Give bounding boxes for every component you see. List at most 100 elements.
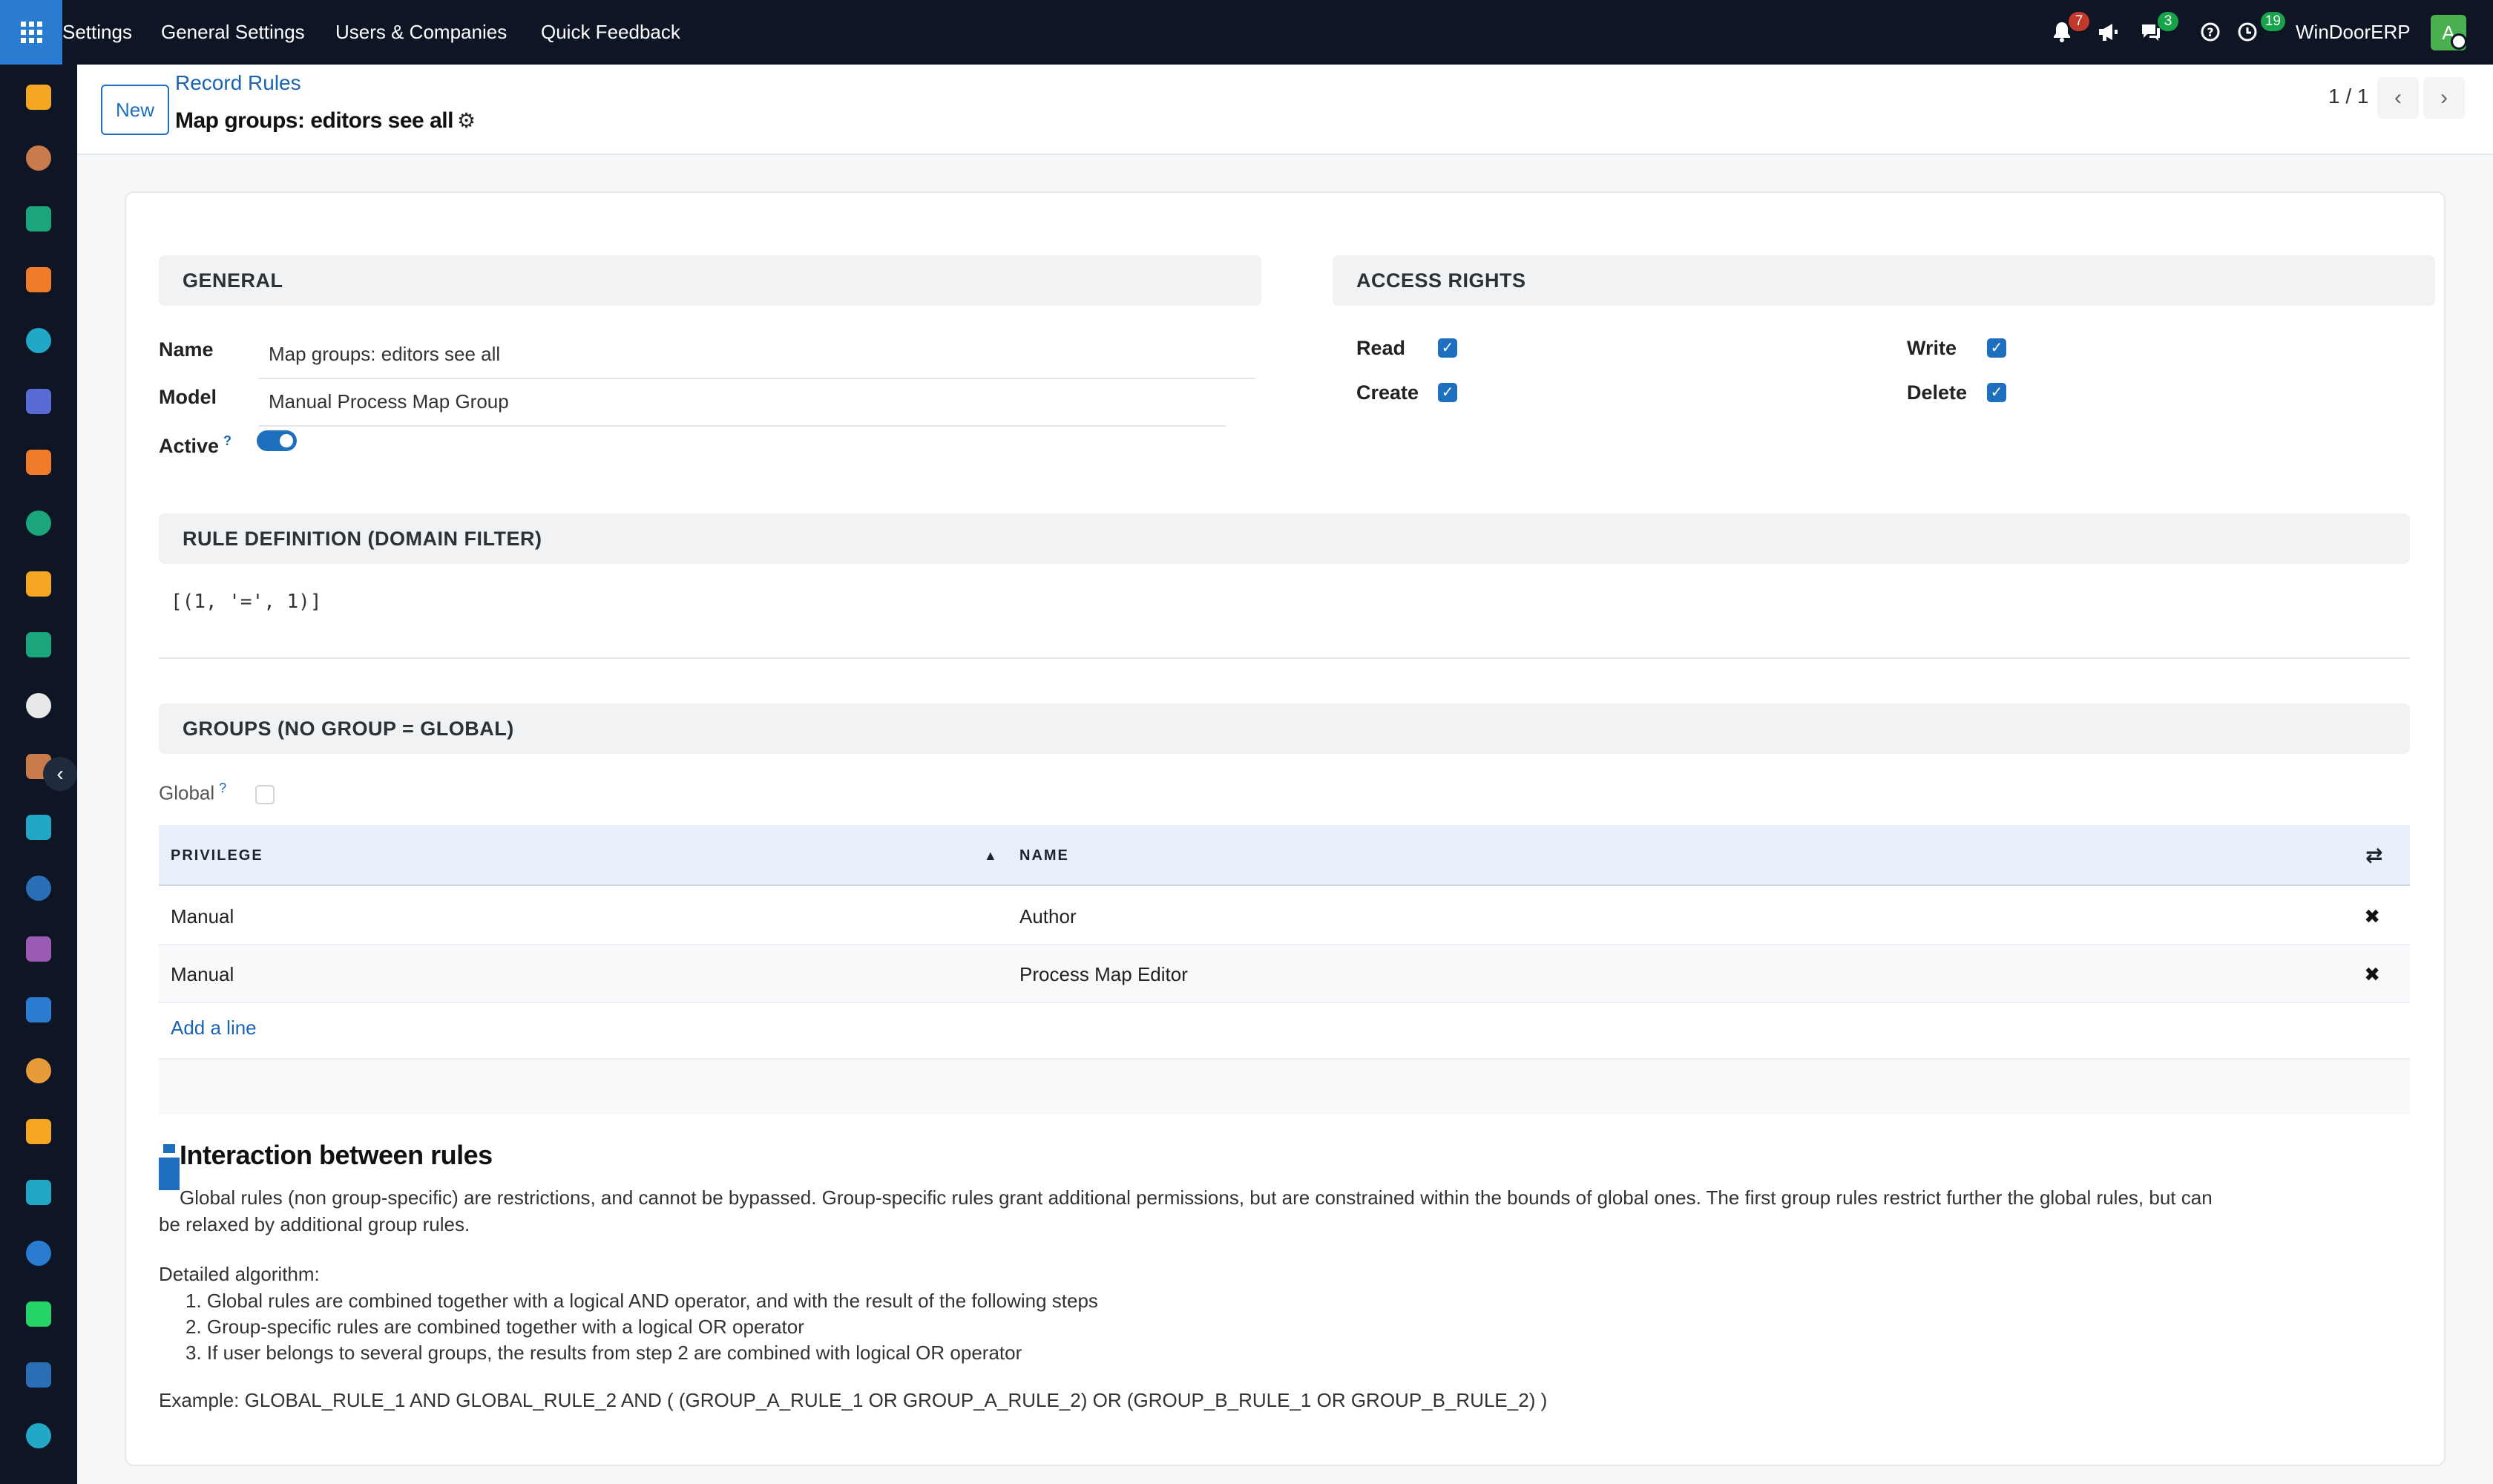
whatsapp-app-icon[interactable] — [23, 1298, 54, 1330]
pager-previous-button[interactable]: ‹ — [2377, 77, 2419, 119]
notifications-badge: 7 — [2069, 12, 2089, 31]
pager-value[interactable]: 1 / 1 — [2328, 85, 2368, 108]
dashboard-app-icon[interactable] — [23, 82, 54, 113]
algorithm-step-text: Global rules are combined together with … — [206, 1290, 1098, 1312]
help-button[interactable]: ? — [2193, 15, 2227, 49]
activities-button[interactable]: 19 — [2230, 12, 2285, 49]
dashboards-app-icon[interactable] — [23, 1238, 54, 1269]
page-title: Map groups: editors see all — [175, 108, 453, 133]
table-row[interactable]: Manual Author ✖ — [159, 887, 2410, 945]
website-alt-glyph — [26, 1423, 51, 1448]
email-marketing-app-icon[interactable] — [23, 386, 54, 417]
model-field[interactable]: Manual Process Map Group — [258, 390, 1226, 427]
help-paragraph-line2: be relaxed by additional group rules. — [159, 1213, 470, 1235]
whatsapp-glyph — [26, 1301, 51, 1327]
project-app-icon[interactable] — [23, 508, 54, 539]
calendar-app-icon[interactable] — [23, 1116, 54, 1147]
active-toggle[interactable] — [257, 430, 297, 451]
menu-quick-feedback[interactable]: Quick Feedback — [541, 0, 680, 65]
create-checkbox[interactable]: ✓ — [1438, 383, 1457, 402]
website-glyph — [26, 328, 51, 353]
sidebar-collapse-button[interactable]: ‹ — [43, 757, 77, 791]
gear-icon[interactable]: ⚙ — [457, 108, 476, 133]
domain-divider — [159, 657, 2410, 659]
studio-app-icon[interactable] — [23, 933, 54, 965]
time-off-app-icon[interactable] — [23, 1359, 54, 1391]
table-row[interactable]: Manual Process Map Editor ✖ — [159, 945, 2410, 1003]
menu-general-settings[interactable]: General Settings — [161, 0, 305, 65]
column-name[interactable]: NAME — [1019, 825, 1069, 886]
delete-checkbox[interactable]: ✓ — [1987, 383, 2006, 402]
section-access-rights-heading: ACCESS RIGHTS — [1333, 255, 2435, 306]
section-general-heading: GENERAL — [159, 255, 1261, 306]
notifications-button[interactable]: 7 — [2045, 12, 2089, 49]
global-help-tooltip[interactable]: ? — [219, 781, 226, 795]
name-label: Name — [159, 338, 214, 361]
global-label: Global? — [159, 781, 226, 805]
company-switcher[interactable]: WinDoorERP — [2296, 0, 2411, 65]
sort-ascending-icon[interactable]: ▲ — [984, 825, 997, 886]
website-app-icon[interactable] — [23, 325, 54, 356]
help-paragraph-line1: Global rules (non group-specific) are re… — [180, 1186, 2213, 1209]
algorithm-step: 2. Group-specific rules are combined tog… — [185, 1316, 804, 1338]
website-alt-app-icon[interactable] — [23, 1420, 54, 1451]
active-help-tooltip[interactable]: ? — [223, 433, 231, 448]
messages-badge: 3 — [2158, 12, 2178, 31]
new-button[interactable]: New — [101, 85, 169, 135]
megaphone-icon — [2099, 24, 2118, 41]
create-label: Create — [1356, 381, 1419, 404]
project-glyph — [26, 510, 51, 536]
activities-badge: 19 — [2260, 12, 2285, 31]
breadcrumb-record-rules[interactable]: Record Rules — [175, 71, 301, 95]
livechat-app-icon[interactable] — [23, 447, 54, 478]
column-privilege[interactable]: PRIVILEGE — [171, 825, 263, 886]
write-label: Write — [1907, 337, 1957, 359]
knowledge-glyph — [26, 876, 51, 901]
apps-cube-icon[interactable] — [23, 690, 54, 721]
menu-users-companies[interactable]: Users & Companies — [335, 0, 507, 65]
row-privilege: Manual — [171, 905, 234, 928]
write-checkbox[interactable]: ✓ — [1987, 338, 2006, 358]
reporting-app-icon[interactable] — [23, 568, 54, 600]
delete-row-icon[interactable]: ✖ — [2364, 945, 2380, 1003]
todo-app-icon[interactable] — [23, 812, 54, 843]
menu-settings[interactable]: Settings — [62, 0, 132, 65]
active-label-text: Active — [159, 435, 220, 457]
team-glyph — [26, 1058, 51, 1083]
pager-next-button[interactable]: › — [2423, 77, 2465, 119]
livechat-glyph — [26, 450, 51, 475]
studio-glyph — [26, 936, 51, 962]
domain-filter-editor[interactable]: [(1, '=', 1)] — [171, 591, 322, 613]
announcements-button[interactable] — [2091, 15, 2125, 49]
inventory-app-icon[interactable] — [23, 142, 54, 174]
knowledge-app-icon[interactable] — [23, 873, 54, 904]
time-off-glyph — [26, 1362, 51, 1388]
clock-icon — [2238, 22, 2257, 42]
row-privilege: Manual — [171, 963, 234, 985]
apps-cube-icon-glyph — [26, 693, 51, 718]
optional-columns-icon[interactable]: ⇄ — [2365, 825, 2382, 886]
question-circle-icon: ? — [2201, 22, 2220, 42]
employees-app-icon[interactable] — [23, 629, 54, 660]
read-checkbox[interactable]: ✓ — [1438, 338, 1457, 358]
invoicing-app-icon[interactable] — [23, 994, 54, 1025]
example-text: Example: GLOBAL_RULE_1 AND GLOBAL_RULE_2… — [159, 1389, 1548, 1411]
messages-button[interactable]: 3 — [2134, 12, 2178, 49]
dashboard-glyph — [26, 85, 51, 110]
algorithm-title: Detailed algorithm: — [159, 1263, 320, 1285]
chevron-right-icon: › — [2440, 85, 2448, 110]
discuss-app-icon[interactable] — [23, 264, 54, 295]
global-label-text: Global — [159, 781, 215, 804]
contacts-app-icon[interactable] — [23, 203, 54, 234]
name-field[interactable]: Map groups: editors see all — [258, 343, 1255, 379]
info-icon — [159, 1144, 180, 1190]
sign-app-icon[interactable] — [23, 1177, 54, 1208]
chevron-left-icon: ‹ — [2394, 85, 2402, 110]
delete-row-icon[interactable]: ✖ — [2364, 887, 2380, 945]
team-app-icon[interactable] — [23, 1055, 54, 1086]
read-label: Read — [1356, 337, 1406, 359]
delete-label: Delete — [1907, 381, 1968, 404]
add-a-line-link[interactable]: Add a line — [171, 1017, 257, 1040]
apps-menu-button[interactable] — [0, 0, 62, 65]
global-checkbox[interactable] — [255, 785, 275, 804]
